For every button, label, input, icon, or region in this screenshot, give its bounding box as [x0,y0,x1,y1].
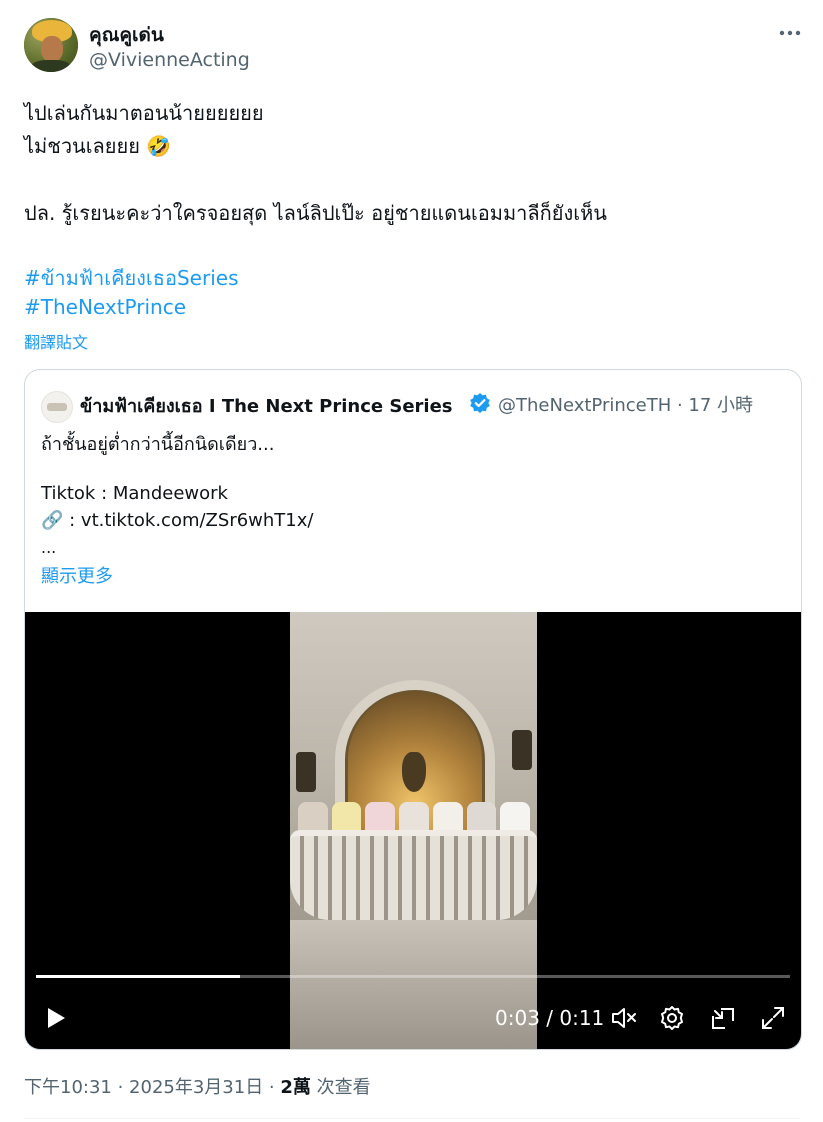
translate-post-link[interactable]: 翻譯貼文 [24,329,88,353]
divider [24,1118,800,1119]
play-button[interactable] [41,1004,69,1032]
video-settings-button[interactable] [658,1004,686,1032]
play-icon [48,1008,65,1028]
mute-icon [612,1008,636,1028]
tweet-text-line: ไปเล่นกันมาตอนน้ายยยยยย [24,101,264,125]
verified-badge-icon [470,393,490,413]
pip-icon [712,1008,734,1029]
quoted-text-line: ... [41,538,57,557]
more-options-button[interactable] [772,18,808,48]
hashtag-link[interactable]: #ข้ามฟ้าเคียงเธอSeries [24,262,239,294]
fullscreen-icon [762,1007,784,1029]
quoted-tweet-card[interactable]: ข้ามฟ้าเคียงเธอ I The Next Prince Series… [24,369,802,1050]
quoted-text-line: Tiktok : Mandeework [41,483,228,504]
quoted-author-name[interactable]: ข้ามฟ้าเคียงเธอ I The Next Prince Series [80,391,453,420]
author-display-name[interactable]: คุณคูเด่น [89,20,164,50]
tweet-text-line: ไม่ชวนเลยยย 🤣 [24,134,172,158]
quoted-text-line: 🔗 : vt.tiktok.com/ZSr6whT1x/ [41,510,314,531]
hashtag-link[interactable]: #TheNextPrince [24,295,186,319]
tweet-timestamp[interactable]: 下午10:31 · 2025年3月31日 · [24,1077,280,1098]
tweet-article: คุณคูเด่น @VivienneActing ไปเล่นกันมาตอน… [0,0,823,1122]
quoted-handle-time[interactable]: @TheNextPrinceTH · 17 小時 [498,391,753,417]
views-count: 2萬 [280,1077,311,1098]
video-player[interactable]: 0:03 / 0:11 [25,612,801,1049]
author-avatar[interactable] [24,18,78,72]
quoted-author-avatar[interactable] [41,391,73,423]
fullscreen-button[interactable] [759,1004,787,1032]
author-handle[interactable]: @VivienneActing [89,49,250,71]
views-label: 次查看 [310,1077,371,1098]
quoted-text-line: ถ้าชั้นอยู่ต่ำกว่านี้อีกนิดเดียว... [41,434,275,455]
more-dots-icon [779,30,801,36]
video-time-readout: 0:03 / 0:11 [495,1006,605,1030]
picture-in-picture-button[interactable] [709,1004,737,1032]
tweet-meta: 下午10:31 · 2025年3月31日 · 2萬 次查看 [24,1073,371,1099]
tweet-text-line: ปล. รู้เรยนะคะว่าใครจอยสุด ไลน์ลิปเป๊ะ อ… [24,201,607,225]
show-more-link[interactable]: 顯示更多 [41,562,113,588]
mute-button[interactable] [610,1004,638,1032]
settings-gear-icon [661,1006,683,1030]
video-progress-fill [36,975,240,978]
video-progress-bar[interactable] [36,975,790,978]
video-frame [290,612,537,1049]
